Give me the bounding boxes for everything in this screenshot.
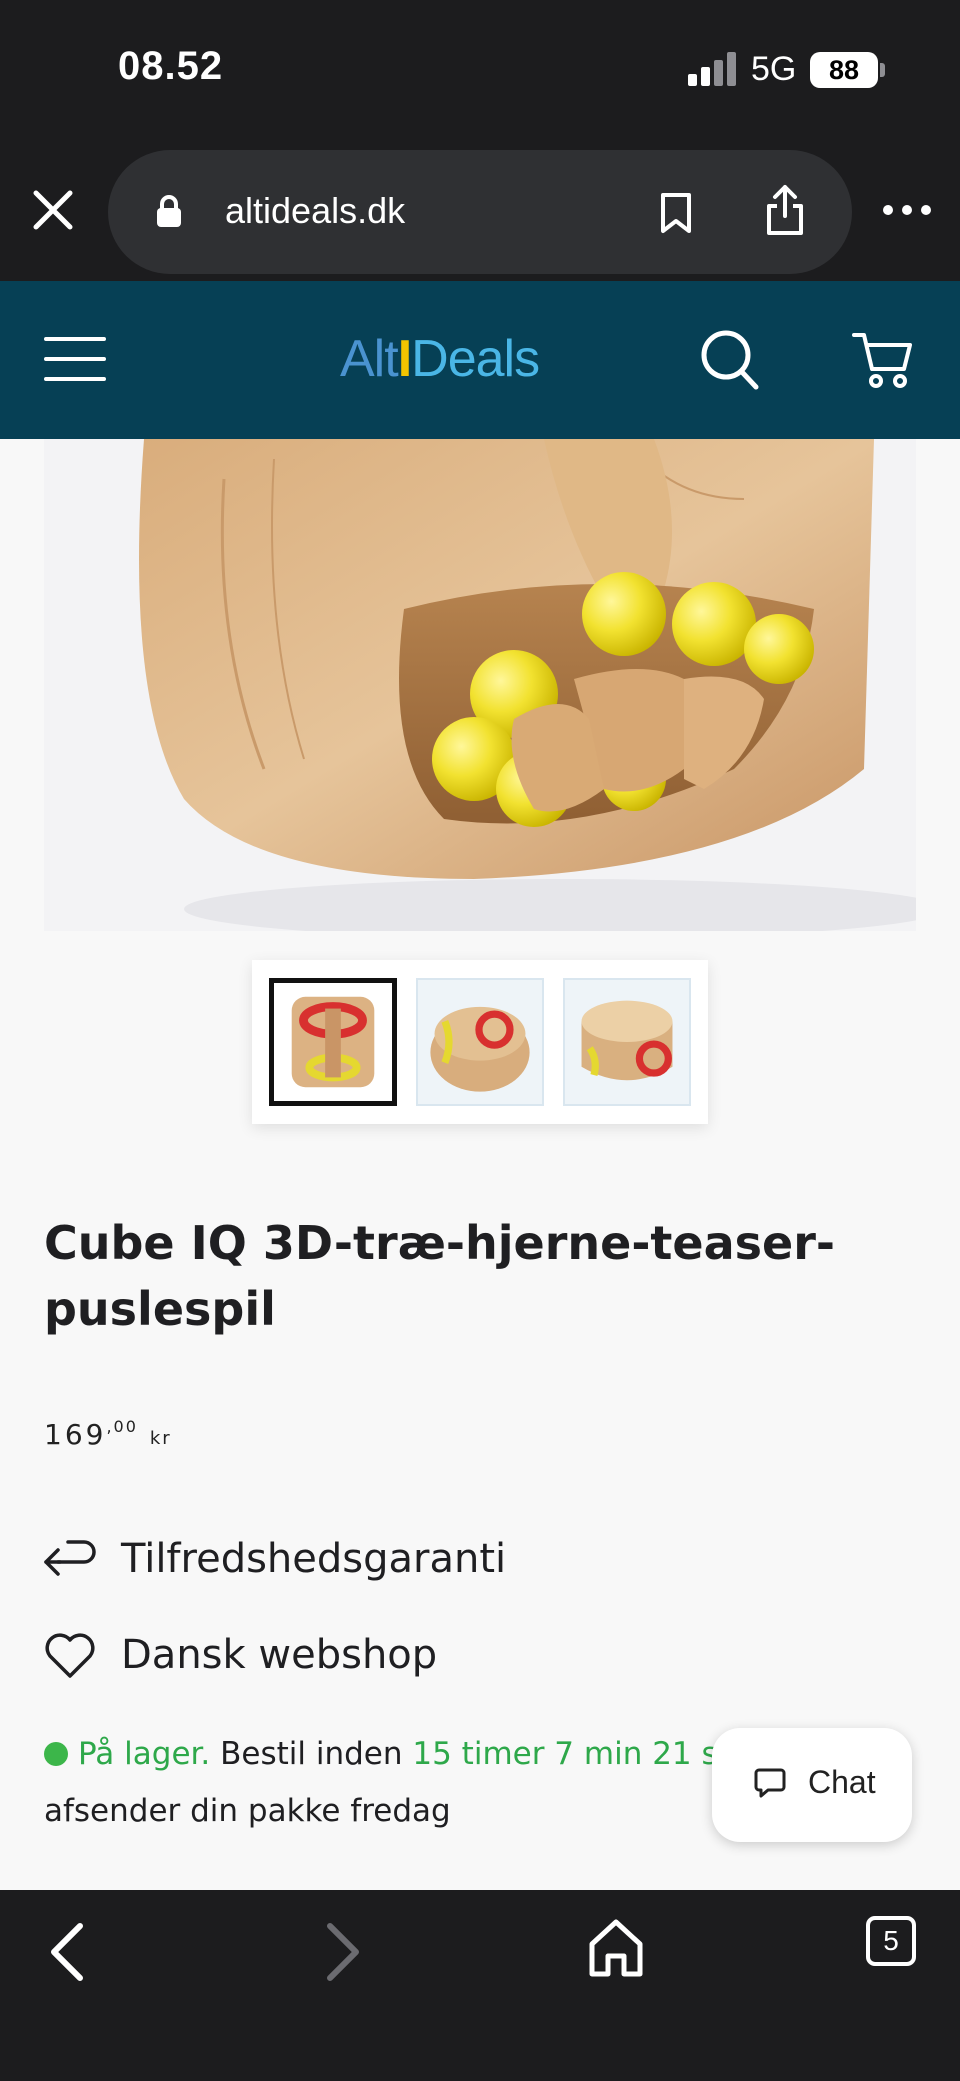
product-thumbnail-2[interactable]	[416, 978, 544, 1106]
product-thumbnail-1[interactable]	[269, 978, 397, 1106]
price-currency: kr	[149, 1428, 172, 1449]
cart-icon[interactable]	[852, 329, 914, 389]
more-options-icon[interactable]	[882, 198, 932, 222]
product-main-image[interactable]	[44, 439, 916, 931]
product-thumbnail-3[interactable]	[563, 978, 691, 1106]
logo-text-alt: Alt	[340, 330, 399, 388]
close-icon[interactable]	[28, 185, 78, 235]
battery-nub	[880, 63, 885, 77]
tabs-button[interactable]: 5	[866, 1916, 916, 1966]
hamburger-menu-icon[interactable]	[44, 333, 106, 385]
chat-label: Chat	[808, 1764, 876, 1800]
thumbnail-gallery	[252, 960, 708, 1124]
logo-text-separator: I	[397, 330, 412, 388]
price-decimals: ,00	[106, 1417, 138, 1436]
browser-bottom-bar: 5	[0, 1890, 960, 2081]
product-price: 169,00 kr	[44, 1417, 172, 1451]
countdown-timer: 15 timer 7 min 21 s	[412, 1736, 718, 1772]
back-arrow-icon[interactable]	[44, 1920, 94, 1984]
share-icon[interactable]	[764, 184, 806, 236]
heart-icon	[45, 1633, 95, 1678]
logo-text-deals: Deals	[411, 330, 540, 388]
chat-bubble-icon	[754, 1768, 786, 1798]
price-main: 169	[44, 1418, 107, 1451]
dispatch-text: afsender din pakke fredag	[44, 1793, 451, 1829]
url-text: altideals.dk	[225, 190, 406, 231]
thumbnail-image	[581, 1000, 673, 1081]
site-logo[interactable]: AltIDeals	[340, 329, 540, 389]
network-type: 5G	[751, 50, 797, 88]
address-bar[interactable]: altideals.dk	[108, 150, 852, 274]
order-before-text: Bestil inden	[220, 1736, 403, 1772]
search-icon[interactable]	[700, 329, 760, 391]
bookmark-icon[interactable]	[658, 192, 694, 234]
browser-toolbar: altideals.dk	[0, 140, 960, 281]
lock-icon	[157, 195, 181, 227]
product-photo	[44, 439, 916, 931]
chat-button[interactable]: Chat	[712, 1728, 912, 1842]
home-icon[interactable]	[588, 1918, 644, 1978]
thumbnail-image	[430, 1006, 530, 1092]
signal-strength-icon	[688, 52, 736, 86]
site-header: AltIDeals	[0, 281, 960, 439]
feature-label: Tilfredshedsgaranti	[121, 1536, 507, 1582]
status-time: 08.52	[118, 44, 224, 88]
stock-label: På lager.	[78, 1736, 211, 1772]
feature-label: Dansk webshop	[121, 1632, 438, 1678]
forward-arrow-icon[interactable]	[316, 1920, 366, 1984]
in-stock-dot-icon	[44, 1742, 68, 1766]
product-title: Cube IQ 3D-træ-hjerne-teaser-puslespil	[44, 1216, 836, 1336]
thumbnail-image	[291, 996, 375, 1088]
return-arrow-icon	[44, 1540, 96, 1576]
status-bar: 08.52 5G 88	[0, 0, 960, 140]
battery-indicator: 88	[810, 52, 878, 88]
